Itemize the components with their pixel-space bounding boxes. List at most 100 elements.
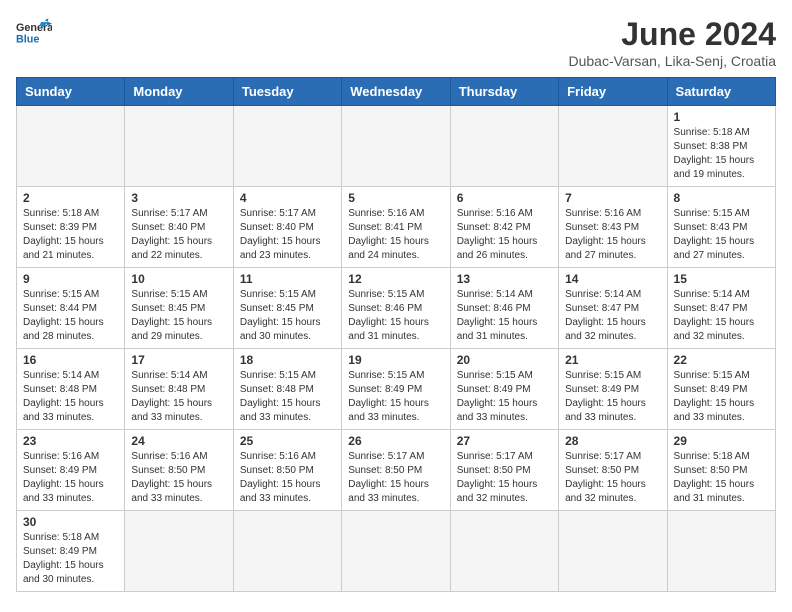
calendar-week-row: 1 Sunrise: 5:18 AM Sunset: 8:38 PM Daylig… bbox=[17, 106, 776, 187]
day-info-text: Sunrise: 5:15 AM Sunset: 8:49 PM Dayligh… bbox=[674, 369, 769, 425]
day-headers-row: SundayMondayTuesdayWednesdayThursdayFrid… bbox=[17, 78, 776, 106]
day-number: 22 bbox=[674, 353, 769, 367]
day-info-text: Sunrise: 5:16 AM Sunset: 8:43 PM Dayligh… bbox=[565, 207, 660, 263]
day-info-text: Sunrise: 5:16 AM Sunset: 8:41 PM Dayligh… bbox=[348, 207, 443, 263]
day-header-thursday: Thursday bbox=[450, 78, 558, 106]
day-header-saturday: Saturday bbox=[667, 78, 775, 106]
calendar-day-cell: 24 Sunrise: 5:16 AM Sunset: 8:50 PM Dayli… bbox=[125, 430, 233, 511]
day-number: 26 bbox=[348, 434, 443, 448]
calendar-day-cell bbox=[342, 511, 450, 592]
day-info-text: Sunrise: 5:15 AM Sunset: 8:45 PM Dayligh… bbox=[131, 288, 226, 344]
calendar-week-row: 23Sunrise: 5:16 AM Sunset: 8:49 PM Dayli… bbox=[17, 430, 776, 511]
day-number: 2 bbox=[23, 191, 118, 205]
calendar-day-cell: 18 Sunrise: 5:15 AM Sunset: 8:48 PM Dayli… bbox=[233, 349, 341, 430]
calendar-day-cell bbox=[559, 106, 667, 187]
day-info-text: Sunrise: 5:17 AM Sunset: 8:50 PM Dayligh… bbox=[457, 450, 552, 506]
calendar-day-cell: 16Sunrise: 5:14 AM Sunset: 8:48 PM Dayli… bbox=[17, 349, 125, 430]
day-info-text: Sunrise: 5:15 AM Sunset: 8:45 PM Dayligh… bbox=[240, 288, 335, 344]
calendar-day-cell bbox=[342, 106, 450, 187]
day-info-text: Sunrise: 5:16 AM Sunset: 8:50 PM Dayligh… bbox=[131, 450, 226, 506]
day-info-text: Sunrise: 5:14 AM Sunset: 8:47 PM Dayligh… bbox=[674, 288, 769, 344]
day-header-wednesday: Wednesday bbox=[342, 78, 450, 106]
day-info-text: Sunrise: 5:15 AM Sunset: 8:43 PM Dayligh… bbox=[674, 207, 769, 263]
day-info-text: Sunrise: 5:14 AM Sunset: 8:48 PM Dayligh… bbox=[23, 369, 118, 425]
day-number: 6 bbox=[457, 191, 552, 205]
calendar-day-cell bbox=[559, 511, 667, 592]
day-number: 13 bbox=[457, 272, 552, 286]
day-info-text: Sunrise: 5:18 AM Sunset: 8:50 PM Dayligh… bbox=[674, 450, 769, 506]
calendar-day-cell: 28Sunrise: 5:17 AM Sunset: 8:50 PM Dayli… bbox=[559, 430, 667, 511]
calendar-day-cell: 4 Sunrise: 5:17 AM Sunset: 8:40 PM Daylig… bbox=[233, 187, 341, 268]
calendar-week-row: 2Sunrise: 5:18 AM Sunset: 8:39 PM Daylig… bbox=[17, 187, 776, 268]
calendar-day-cell bbox=[125, 106, 233, 187]
day-number: 14 bbox=[565, 272, 660, 286]
calendar-day-cell: 11 Sunrise: 5:15 AM Sunset: 8:45 PM Dayli… bbox=[233, 268, 341, 349]
day-number: 18 bbox=[240, 353, 335, 367]
calendar-day-cell: 3Sunrise: 5:17 AM Sunset: 8:40 PM Daylig… bbox=[125, 187, 233, 268]
day-number: 27 bbox=[457, 434, 552, 448]
calendar-day-cell: 29Sunrise: 5:18 AM Sunset: 8:50 PM Dayli… bbox=[667, 430, 775, 511]
day-info-text: Sunrise: 5:15 AM Sunset: 8:49 PM Dayligh… bbox=[565, 369, 660, 425]
calendar-day-cell: 17 Sunrise: 5:14 AM Sunset: 8:48 PM Dayli… bbox=[125, 349, 233, 430]
calendar-day-cell: 7 Sunrise: 5:16 AM Sunset: 8:43 PM Daylig… bbox=[559, 187, 667, 268]
calendar-day-cell: 10 Sunrise: 5:15 AM Sunset: 8:45 PM Dayli… bbox=[125, 268, 233, 349]
day-number: 21 bbox=[565, 353, 660, 367]
day-number: 4 bbox=[240, 191, 335, 205]
day-info-text: Sunrise: 5:14 AM Sunset: 8:46 PM Dayligh… bbox=[457, 288, 552, 344]
day-number: 1 bbox=[674, 110, 769, 124]
day-number: 25 bbox=[240, 434, 335, 448]
day-number: 10 bbox=[131, 272, 226, 286]
location-subtitle: Dubac-Varsan, Lika-Senj, Croatia bbox=[568, 53, 776, 69]
day-info-text: Sunrise: 5:16 AM Sunset: 8:42 PM Dayligh… bbox=[457, 207, 552, 263]
logo: General Blue bbox=[16, 16, 52, 46]
day-info-text: Sunrise: 5:17 AM Sunset: 8:50 PM Dayligh… bbox=[348, 450, 443, 506]
calendar-day-cell: 2Sunrise: 5:18 AM Sunset: 8:39 PM Daylig… bbox=[17, 187, 125, 268]
day-number: 11 bbox=[240, 272, 335, 286]
svg-text:Blue: Blue bbox=[16, 34, 39, 46]
calendar-day-cell bbox=[125, 511, 233, 592]
day-number: 20 bbox=[457, 353, 552, 367]
day-header-tuesday: Tuesday bbox=[233, 78, 341, 106]
day-info-text: Sunrise: 5:14 AM Sunset: 8:48 PM Dayligh… bbox=[131, 369, 226, 425]
calendar-day-cell: 26 Sunrise: 5:17 AM Sunset: 8:50 PM Dayli… bbox=[342, 430, 450, 511]
calendar-day-cell: 13 Sunrise: 5:14 AM Sunset: 8:46 PM Dayli… bbox=[450, 268, 558, 349]
day-info-text: Sunrise: 5:15 AM Sunset: 8:48 PM Dayligh… bbox=[240, 369, 335, 425]
day-header-sunday: Sunday bbox=[17, 78, 125, 106]
day-number: 5 bbox=[348, 191, 443, 205]
day-info-text: Sunrise: 5:17 AM Sunset: 8:40 PM Dayligh… bbox=[131, 207, 226, 263]
calendar-day-cell: 27 Sunrise: 5:17 AM Sunset: 8:50 PM Dayli… bbox=[450, 430, 558, 511]
calendar-day-cell bbox=[17, 106, 125, 187]
day-info-text: Sunrise: 5:18 AM Sunset: 8:38 PM Dayligh… bbox=[674, 126, 769, 182]
day-number: 12 bbox=[348, 272, 443, 286]
day-number: 7 bbox=[565, 191, 660, 205]
day-number: 30 bbox=[23, 515, 118, 529]
calendar-day-cell: 14 Sunrise: 5:14 AM Sunset: 8:47 PM Dayli… bbox=[559, 268, 667, 349]
calendar-day-cell: 9Sunrise: 5:15 AM Sunset: 8:44 PM Daylig… bbox=[17, 268, 125, 349]
calendar-day-cell: 6 Sunrise: 5:16 AM Sunset: 8:42 PM Daylig… bbox=[450, 187, 558, 268]
day-info-text: Sunrise: 5:17 AM Sunset: 8:50 PM Dayligh… bbox=[565, 450, 660, 506]
header: General Blue June 2024 Dubac-Varsan, Lik… bbox=[16, 16, 776, 69]
calendar-day-cell bbox=[450, 511, 558, 592]
calendar-day-cell: 8Sunrise: 5:15 AM Sunset: 8:43 PM Daylig… bbox=[667, 187, 775, 268]
day-info-text: Sunrise: 5:15 AM Sunset: 8:44 PM Dayligh… bbox=[23, 288, 118, 344]
day-info-text: Sunrise: 5:17 AM Sunset: 8:40 PM Dayligh… bbox=[240, 207, 335, 263]
calendar-day-cell: 22 Sunrise: 5:15 AM Sunset: 8:49 PM Dayli… bbox=[667, 349, 775, 430]
day-info-text: Sunrise: 5:16 AM Sunset: 8:50 PM Dayligh… bbox=[240, 450, 335, 506]
day-number: 17 bbox=[131, 353, 226, 367]
calendar-day-cell: 21 Sunrise: 5:15 AM Sunset: 8:49 PM Dayli… bbox=[559, 349, 667, 430]
day-number: 24 bbox=[131, 434, 226, 448]
calendar-day-cell bbox=[233, 511, 341, 592]
day-info-text: Sunrise: 5:16 AM Sunset: 8:49 PM Dayligh… bbox=[23, 450, 118, 506]
calendar-day-cell bbox=[450, 106, 558, 187]
calendar-week-row: 9Sunrise: 5:15 AM Sunset: 8:44 PM Daylig… bbox=[17, 268, 776, 349]
calendar-table: SundayMondayTuesdayWednesdayThursdayFrid… bbox=[16, 77, 776, 592]
day-info-text: Sunrise: 5:15 AM Sunset: 8:49 PM Dayligh… bbox=[457, 369, 552, 425]
month-year-title: June 2024 bbox=[568, 16, 776, 53]
day-info-text: Sunrise: 5:14 AM Sunset: 8:47 PM Dayligh… bbox=[565, 288, 660, 344]
calendar-week-row: 30Sunrise: 5:18 AM Sunset: 8:49 PM Dayli… bbox=[17, 511, 776, 592]
day-number: 15 bbox=[674, 272, 769, 286]
day-header-friday: Friday bbox=[559, 78, 667, 106]
day-header-monday: Monday bbox=[125, 78, 233, 106]
day-info-text: Sunrise: 5:15 AM Sunset: 8:49 PM Dayligh… bbox=[348, 369, 443, 425]
calendar-day-cell: 5 Sunrise: 5:16 AM Sunset: 8:41 PM Daylig… bbox=[342, 187, 450, 268]
